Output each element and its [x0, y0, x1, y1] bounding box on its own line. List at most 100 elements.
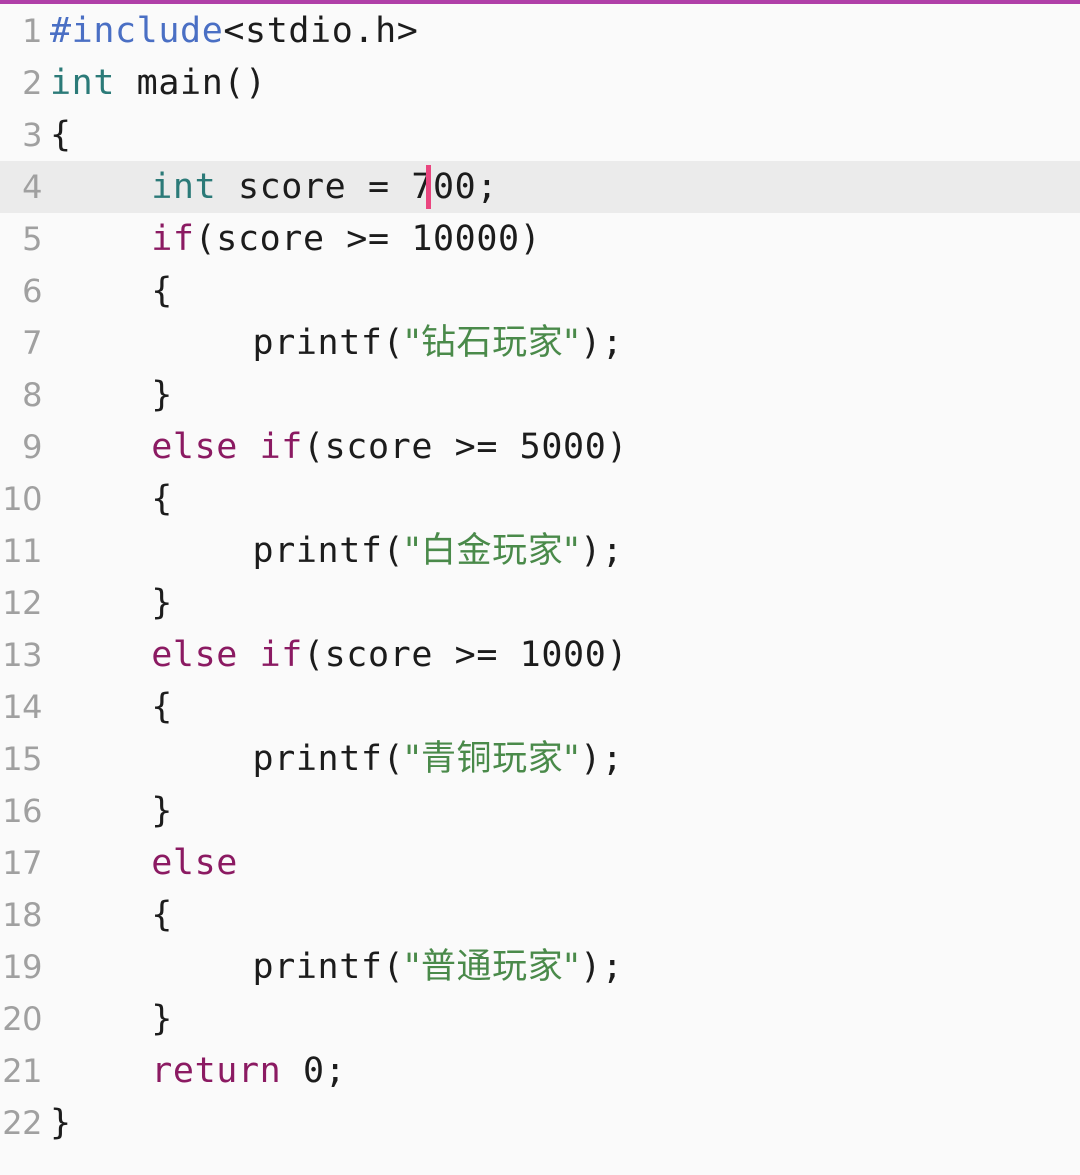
code-line-text[interactable]: else [151, 837, 238, 889]
code-line-text[interactable]: printf("青铜玩家"); [253, 733, 624, 785]
line-number: 18 [2, 896, 42, 934]
code-editor[interactable]: 1 #include<stdio.h> 2 int main() 3{4 int scor… [0, 0, 1080, 1175]
code-line[interactable]: 4 int score = 700; [0, 161, 1080, 213]
code-line-text[interactable]: int main() [50, 57, 267, 109]
code-line-text[interactable]: } [151, 785, 173, 837]
code-line[interactable]: 15 printf("青铜玩家"); [0, 733, 1080, 785]
code-lines-container[interactable]: 1 #include<stdio.h> 2 int main() 3{4 int scor… [0, 5, 1080, 1149]
code-token-plain: ); [580, 323, 624, 363]
code-line[interactable]: 16} [0, 785, 1080, 837]
code-line-text[interactable]: else if(score >= 5000) [151, 421, 628, 473]
code-line-text[interactable]: } [151, 577, 173, 629]
code-line-text[interactable]: printf("钻石玩家"); [253, 317, 624, 369]
code-line-text[interactable]: return 0; [151, 1045, 346, 1097]
code-line[interactable]: 11 printf("白金玩家"); [0, 525, 1080, 577]
code-line-text[interactable]: } [50, 1097, 72, 1149]
code-token-plain: } [50, 1103, 72, 1143]
code-line[interactable]: 18 { [0, 889, 1080, 941]
line-number: 15 [2, 740, 42, 778]
code-line[interactable]: 6{ [0, 265, 1080, 317]
line-number: 1 [22, 12, 42, 50]
line-number: 5 [22, 220, 42, 258]
line-number: 19 [2, 948, 42, 986]
line-number: 8 [22, 376, 42, 414]
code-token-kw: if [151, 219, 195, 259]
code-token-kw: else [151, 843, 238, 883]
line-number: 10 [2, 480, 42, 518]
code-token-kw: else if [151, 427, 303, 467]
code-line[interactable]: 19 printf("普通玩家"); [0, 941, 1080, 993]
code-token-plain: { [50, 115, 72, 155]
code-token-plain: { [151, 687, 173, 727]
line-number: 6 [22, 272, 42, 310]
code-line-text[interactable]: #include<stdio.h> [50, 5, 418, 57]
line-number: 17 [2, 844, 42, 882]
code-line[interactable]: 22} [0, 1097, 1080, 1149]
code-line-text[interactable]: { [151, 681, 173, 733]
code-token-str: "钻石玩家" [404, 323, 581, 363]
code-line[interactable]: 21 return 0; [0, 1045, 1080, 1097]
code-token-plain: printf( [252, 323, 405, 363]
code-token-plain: { [151, 479, 173, 519]
code-token-plain: { [151, 895, 173, 935]
code-token-plain: ); [580, 739, 624, 779]
code-line[interactable]: 7 printf("钻石玩家"); [0, 317, 1080, 369]
code-token-plain: ); [580, 531, 624, 571]
code-line[interactable]: 10 { [0, 473, 1080, 525]
code-token-plain: (score >= 10000) [194, 219, 542, 259]
code-line-text[interactable]: } [151, 369, 173, 421]
code-line[interactable]: 9 else if(score >= 5000) [0, 421, 1080, 473]
code-token-plain: } [151, 583, 173, 623]
code-token-kw: else if [151, 635, 303, 675]
code-line[interactable]: 12} [0, 577, 1080, 629]
code-token-plain: } [151, 375, 173, 415]
code-token-plain: main() [115, 63, 267, 103]
code-token-plain: { [151, 271, 173, 311]
line-number: 2 [22, 64, 42, 102]
code-line[interactable]: 3{ [0, 109, 1080, 161]
code-line-text[interactable]: printf("普通玩家"); [253, 941, 624, 993]
code-token-plain: printf( [252, 531, 405, 571]
line-number: 14 [2, 688, 42, 726]
line-number: 4 [22, 168, 42, 206]
code-line-text[interactable]: int score = 700; [151, 161, 498, 213]
code-line-text[interactable]: { [151, 889, 173, 941]
line-number: 3 [22, 116, 42, 154]
code-line-text[interactable]: { [50, 109, 72, 161]
line-number: 7 [22, 324, 42, 362]
code-token-plain: ); [580, 947, 624, 987]
code-token-plain: <stdio.h> [223, 11, 419, 51]
line-number: 21 [2, 1052, 42, 1090]
code-line[interactable]: 20} [0, 993, 1080, 1045]
code-token-plain: } [151, 791, 173, 831]
code-token-kw: return [151, 1051, 282, 1091]
code-token-plain: printf( [252, 739, 405, 779]
code-token-str: "普通玩家" [404, 947, 581, 987]
code-token-plain: 0; [281, 1051, 347, 1091]
code-line-text[interactable]: if(score >= 10000) [151, 213, 541, 265]
line-number: 16 [2, 792, 42, 830]
code-line[interactable]: 17 else [0, 837, 1080, 889]
code-line[interactable]: 13 else if(score >= 1000) [0, 629, 1080, 681]
line-number: 13 [2, 636, 42, 674]
code-line-text[interactable]: printf("白金玩家"); [253, 525, 624, 577]
line-number: 11 [2, 532, 42, 570]
code-line-text[interactable]: } [151, 993, 173, 1045]
code-line[interactable]: 8} [0, 369, 1080, 421]
code-token-plain: printf( [252, 947, 405, 987]
line-number: 12 [2, 584, 42, 622]
editor-top-accent-rule [0, 0, 1080, 4]
text-cursor [425, 165, 431, 209]
code-line[interactable]: 5 if(score >= 10000) [0, 213, 1080, 265]
code-line-text[interactable]: { [151, 473, 173, 525]
code-token-pre: #include [50, 11, 224, 51]
code-token-plain: (score >= 5000) [302, 427, 629, 467]
code-line-text[interactable]: else if(score >= 1000) [151, 629, 628, 681]
code-token-type: int [50, 63, 116, 103]
code-token-plain: (score >= 1000) [302, 635, 629, 675]
line-number: 22 [2, 1104, 42, 1142]
code-line[interactable]: 2 int main() [0, 57, 1080, 109]
code-line[interactable]: 1 #include<stdio.h> [0, 5, 1080, 57]
code-line-text[interactable]: { [151, 265, 173, 317]
code-line[interactable]: 14 { [0, 681, 1080, 733]
